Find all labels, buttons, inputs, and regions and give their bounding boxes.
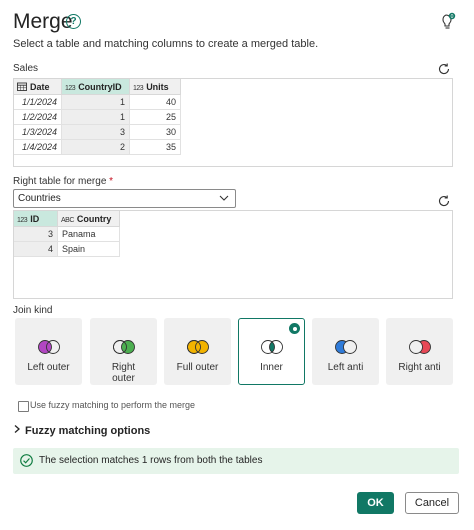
table-row: 1/1/2024 1 40 — [14, 94, 181, 110]
column-label: Units — [146, 81, 169, 92]
column-header-countryid[interactable]: 123 CountryID — [61, 79, 130, 95]
svg-text:0: 0 — [451, 14, 454, 20]
cancel-button[interactable]: Cancel — [405, 492, 459, 514]
success-check-icon — [20, 454, 33, 467]
fuzzy-matching-options-toggle[interactable]: Fuzzy matching options — [13, 424, 150, 437]
number-type-icon: 123 — [17, 216, 28, 224]
join-option-label: Right outer — [111, 362, 136, 384]
match-status-text: The selection matches 1 rows from both t… — [39, 455, 263, 466]
fuzzy-matching-label: Use fuzzy matching to perform the merge — [30, 400, 196, 410]
table-cell: 1/3/2024 — [14, 124, 62, 140]
fuzzy-options-label: Fuzzy matching options — [25, 425, 151, 437]
right-table-preview: 123 ID ABC Country 3 Panama 4 Spain — [13, 210, 453, 299]
join-option-right-anti[interactable]: Right anti — [386, 318, 453, 385]
table-cell: 35 — [129, 139, 181, 155]
selected-radio-icon — [289, 323, 300, 334]
join-option-label: Right anti — [398, 362, 441, 373]
table-cell: Spain — [57, 241, 120, 257]
join-option-label: Inner — [260, 362, 283, 373]
column-label: Date — [30, 81, 50, 92]
match-status-banner: The selection matches 1 rows from both t… — [13, 448, 459, 474]
table-cell: 2 — [61, 139, 130, 155]
lightbulb-icon[interactable]: 0 — [440, 12, 456, 32]
column-header-units[interactable]: 123 Units — [129, 79, 181, 95]
left-table-grid: Date 123 CountryID 123 Units 1/1/2024 1 40… — [14, 79, 181, 155]
text-type-icon: ABC — [61, 216, 74, 224]
number-type-icon: 123 — [65, 84, 76, 92]
left-outer-venn-icon — [38, 340, 60, 354]
table-row: 1/3/2024 3 30 — [14, 124, 181, 140]
join-option-left-anti[interactable]: Left anti — [312, 318, 379, 385]
left-anti-venn-icon — [335, 340, 357, 354]
required-mark: * — [109, 176, 114, 187]
table-cell: 3 — [61, 124, 130, 140]
table-cell: 4 — [14, 241, 58, 257]
right-table-grid: 123 ID ABC Country 3 Panama 4 Spain — [14, 211, 120, 257]
join-option-label: Left anti — [327, 362, 364, 373]
table-cell: 1/1/2024 — [14, 94, 62, 110]
table-row: 3 Panama — [14, 226, 120, 242]
column-header-id[interactable]: 123 ID — [14, 211, 58, 227]
chevron-right-icon — [14, 425, 20, 433]
table-cell: 3 — [14, 226, 58, 242]
table-cell: 1/4/2024 — [14, 139, 62, 155]
table-row: 1/4/2024 2 35 — [14, 139, 181, 155]
join-option-right-outer[interactable]: Right outer — [90, 318, 157, 385]
join-option-inner[interactable]: Inner — [238, 318, 305, 385]
join-option-left-outer[interactable]: Left outer — [15, 318, 82, 385]
table-cell: 30 — [129, 124, 181, 140]
table-cell: 40 — [129, 94, 181, 110]
right-outer-venn-icon — [113, 340, 135, 354]
table-row: 4 Spain — [14, 241, 120, 257]
column-label: Country — [76, 213, 112, 224]
dialog-subtitle: Select a table and matching columns to c… — [13, 38, 319, 50]
column-label: CountryID — [78, 81, 122, 92]
number-type-icon: 123 — [133, 84, 144, 92]
column-header-date[interactable]: Date — [14, 79, 62, 95]
join-option-label: Left outer — [27, 362, 70, 373]
left-table-preview: Date 123 CountryID 123 Units 1/1/2024 1 40… — [13, 78, 453, 167]
ok-button[interactable]: OK — [357, 492, 394, 514]
table-cell: 1/2/2024 — [14, 109, 62, 125]
dialog-title: Merge — [13, 10, 73, 33]
refresh-icon[interactable] — [437, 62, 451, 76]
join-option-full-outer[interactable]: Full outer — [164, 318, 231, 385]
right-table-header-row: 123 ID ABC Country — [14, 211, 120, 227]
refresh-icon[interactable] — [437, 194, 451, 208]
join-option-label: Full outer — [176, 362, 219, 373]
inner-venn-icon — [261, 340, 283, 354]
chevron-down-icon — [219, 195, 229, 201]
right-table-selected: Countries — [18, 193, 61, 204]
table-cell: 25 — [129, 109, 181, 125]
join-kind-label: Join kind — [13, 305, 53, 316]
fuzzy-matching-checkbox[interactable] — [18, 401, 29, 412]
column-header-country[interactable]: ABC Country — [57, 211, 120, 227]
table-cell: 1 — [61, 94, 130, 110]
help-icon[interactable]: ? — [66, 14, 81, 29]
right-table-label-text: Right table for merge — [13, 176, 107, 187]
right-anti-venn-icon — [409, 340, 431, 354]
calendar-icon — [17, 82, 27, 91]
right-table-label: Right table for merge * — [13, 176, 113, 187]
table-row: 1/2/2024 1 25 — [14, 109, 181, 125]
full-outer-venn-icon — [187, 340, 209, 354]
right-table-dropdown[interactable]: Countries — [13, 189, 236, 208]
table-cell: 1 — [61, 109, 130, 125]
column-label: ID — [30, 213, 40, 224]
table-cell: Panama — [57, 226, 120, 242]
left-table-header-row: Date 123 CountryID 123 Units — [14, 79, 181, 95]
left-table-name: Sales — [13, 63, 39, 74]
